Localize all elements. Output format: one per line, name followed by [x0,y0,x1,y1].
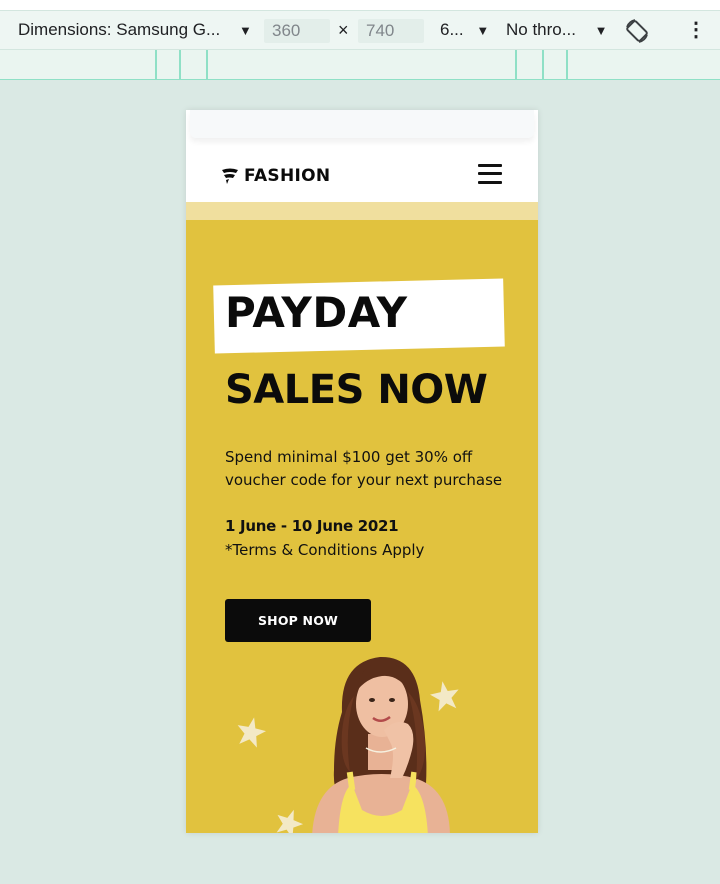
zoom-selector[interactable]: 6... ▼ [440,11,489,49]
width-input[interactable]: 360 [264,19,330,43]
zoom-label: 6... [440,20,464,39]
hamburger-menu-icon[interactable] [478,162,502,186]
chevron-down-icon: ▼ [476,23,490,38]
chevron-down-icon: ▼ [594,23,608,38]
device-notch [190,110,534,138]
chevron-down-icon: ▼ [238,23,252,38]
ruler-tick[interactable] [542,50,544,79]
rotate-icon[interactable] [622,16,652,44]
more-options-icon[interactable]: ⋮ [686,11,706,49]
brand-name: FASHION [244,166,331,186]
ruler-tick[interactable] [515,50,517,79]
hero-description: Spend minimal $100 get 30% off voucher c… [225,448,503,489]
device-selector[interactable]: Dimensions: Samsung G... ▼ [18,11,252,49]
throttle-label: No thro... [506,20,576,39]
times-symbol: × [338,20,349,40]
height-input[interactable]: 740 [358,19,424,43]
ruler-tick[interactable] [155,50,157,79]
shop-now-button[interactable]: SHOP NOW [225,599,371,642]
promo-dates: 1 June - 10 June 2021 [225,517,399,535]
model-photo [312,656,450,833]
ruler-tick[interactable] [566,50,568,79]
ruler-tick[interactable] [206,50,208,79]
hero-section: PAYDAY SALES NOW Spend minimal $100 get … [186,220,538,833]
hero-headline-line1: PAYDAY [225,288,408,337]
hero-top-band [186,202,538,220]
hero-headline-line2: SALES NOW [225,367,488,413]
terms-note: *Terms & Conditions Apply [225,541,425,559]
browser-top-strip [0,0,720,10]
media-query-ruler [0,50,720,80]
star-icon [237,717,267,748]
ruler-tick[interactable] [179,50,181,79]
device-toolbar: Dimensions: Samsung G... ▼ 360 × 740 6..… [0,10,720,50]
brand-icon [222,168,238,184]
brand-logo[interactable]: FASHION [221,164,330,188]
device-viewport: FASHION PAYDAY SALES NOW Spend minimal $… [186,110,538,833]
throttle-selector[interactable]: No thro... ▼ [506,11,608,49]
device-selector-label: Dimensions: Samsung G... [18,20,221,39]
star-icon [276,809,304,833]
